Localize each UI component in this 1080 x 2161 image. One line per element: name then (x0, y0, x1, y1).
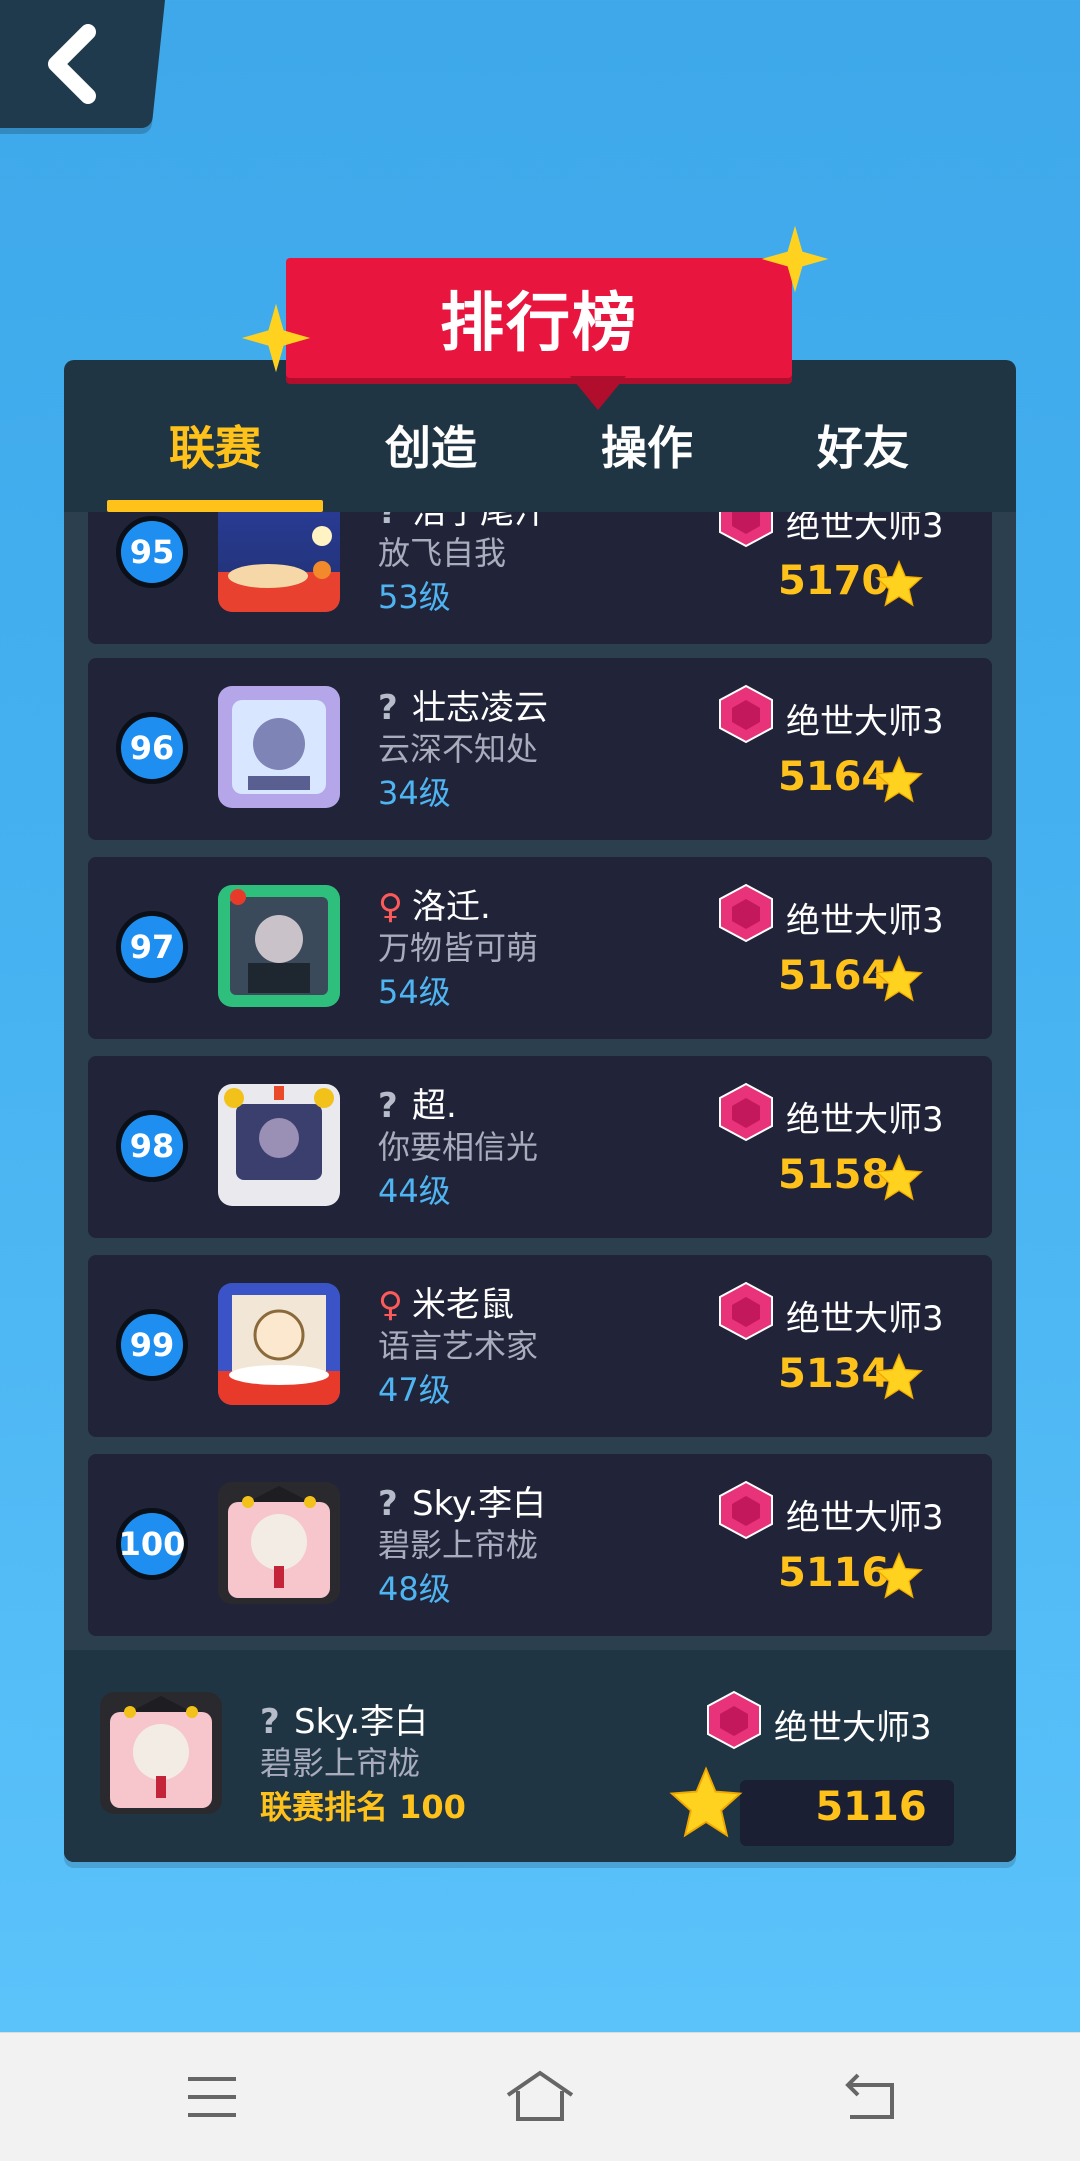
player-name: ♀ 米老鼠 (378, 1285, 514, 1325)
leaderboard-panel: 联赛 创造 操作 好友 95 ? 浩子尾汁 放飞自我 53级 绝世大师3 5170… (64, 360, 1016, 1862)
avatar[interactable] (218, 1482, 340, 1604)
score-value: 5164 (778, 754, 890, 800)
score-value: 5170 (778, 558, 890, 604)
player-name: ? 超. (378, 1086, 457, 1126)
page-title: 排行榜 (286, 258, 792, 378)
my-name: ? Sky.李白 (260, 1702, 429, 1742)
player-signature: 碧影上帘栊 (378, 1526, 539, 1564)
player-level: 54级 (378, 973, 451, 1011)
player-name: ? Sky.李白 (378, 1484, 547, 1524)
list-item[interactable]: 97 ♀ 洛迁. 万物皆可萌 54级 绝世大师3 5164 (88, 857, 992, 1039)
my-tier-label: 绝世大师3 (774, 1708, 932, 1748)
player-name: ♀ 洛迁. (378, 887, 491, 927)
star-icon (874, 1154, 924, 1201)
player-signature: 万物皆可萌 (378, 929, 539, 967)
rank-badge: 97 (116, 911, 188, 983)
pink-gem-icon (719, 1480, 773, 1540)
system-nav-bar (0, 2032, 1080, 2161)
tier-label: 绝世大师3 (786, 512, 944, 546)
tier-label: 绝世大师3 (786, 1498, 944, 1538)
tier-label: 绝世大师3 (786, 1299, 944, 1339)
my-rank-bar: ? Sky.李白 碧影上帘栊 联赛排名 100 绝世大师3 5116 (64, 1650, 1016, 1862)
pink-gem-icon (719, 512, 773, 548)
score-value: 5164 (778, 953, 890, 999)
tab-create[interactable]: 创造 (323, 412, 539, 478)
tier-label: 绝世大师3 (786, 1100, 944, 1140)
player-level: 47级 (378, 1371, 451, 1409)
avatar[interactable] (218, 1283, 340, 1405)
rank-badge: 96 (116, 712, 188, 784)
chevron-left-icon[interactable] (40, 24, 110, 104)
tab-bar: 联赛 创造 操作 好友 (64, 360, 1016, 512)
rank-badge: 98 (116, 1110, 188, 1182)
avatar[interactable] (218, 686, 340, 808)
player-signature: 你要相信光 (378, 1128, 539, 1166)
score-value: 5158 (778, 1152, 890, 1198)
my-league-rank: 联赛排名 100 (260, 1788, 466, 1826)
home-icon[interactable] (504, 2069, 576, 2125)
player-level: 48级 (378, 1570, 451, 1608)
score-value: 5134 (778, 1351, 890, 1397)
list-item[interactable]: 96 ? 壮志凌云 云深不知处 34级 绝世大师3 5164 (88, 658, 992, 840)
return-icon[interactable] (842, 2069, 898, 2125)
avatar[interactable] (218, 1084, 340, 1206)
my-score: 5116 (815, 1784, 927, 1830)
avatar[interactable] (218, 512, 340, 612)
rank-badge: 95 (116, 516, 188, 588)
pink-gem-icon (719, 1082, 773, 1142)
player-signature: 云深不知处 (378, 730, 539, 768)
tab-friends[interactable]: 好友 (755, 412, 971, 478)
rank-badge: 99 (116, 1309, 188, 1381)
pink-gem-icon (719, 684, 773, 744)
star-icon (669, 1766, 743, 1838)
list-item[interactable]: 95 ? 浩子尾汁 放飞自我 53级 绝世大师3 5170 (88, 512, 992, 644)
list-item[interactable]: 100 ? Sky.李白 碧影上帘栊 48级 绝世大师3 5116 (88, 1454, 992, 1636)
star-icon (874, 1353, 924, 1400)
star-decoration-icon (761, 225, 829, 293)
list-item[interactable]: 98 ? 超. 你要相信光 44级 绝世大师3 5158 (88, 1056, 992, 1238)
rank-badge: 100 (116, 1508, 188, 1580)
ranking-list[interactable]: 95 ? 浩子尾汁 放飞自我 53级 绝世大师3 5170 96 ? 壮志凌云 云深… (64, 512, 1016, 1650)
score-value: 5116 (778, 1550, 890, 1596)
tab-operation[interactable]: 操作 (539, 412, 755, 478)
star-icon (874, 955, 924, 1002)
player-level: 44级 (378, 1172, 451, 1210)
player-level: 34级 (378, 774, 451, 812)
star-icon (874, 756, 924, 803)
pink-gem-icon (719, 883, 773, 943)
ribbon-tail (570, 376, 626, 410)
star-decoration-icon (241, 303, 311, 373)
active-tab-indicator (107, 500, 323, 512)
my-avatar[interactable] (100, 1692, 222, 1814)
avatar[interactable] (218, 885, 340, 1007)
pink-gem-icon (707, 1690, 761, 1750)
star-icon (874, 1552, 924, 1599)
menu-icon[interactable] (184, 2069, 240, 2125)
player-signature: 语言艺术家 (378, 1327, 539, 1365)
player-level: 53级 (378, 578, 451, 616)
tier-label: 绝世大师3 (786, 901, 944, 941)
tier-label: 绝世大师3 (786, 702, 944, 742)
my-signature: 碧影上帘栊 (260, 1744, 421, 1782)
pink-gem-icon (719, 1281, 773, 1341)
tab-league[interactable]: 联赛 (107, 412, 323, 478)
star-icon (874, 560, 924, 607)
player-name: ? 壮志凌云 (378, 688, 548, 728)
list-item[interactable]: 99 ♀ 米老鼠 语言艺术家 47级 绝世大师3 5134 (88, 1255, 992, 1437)
player-signature: 放飞自我 (378, 534, 507, 572)
